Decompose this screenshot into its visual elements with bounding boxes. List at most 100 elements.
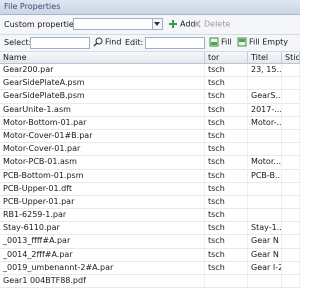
cell-keywords[interactable] <box>282 248 300 261</box>
cell-title[interactable] <box>248 209 282 222</box>
table-row[interactable]: GearUnite-1.asm tsch 2017-... <box>0 103 300 117</box>
cell-author[interactable]: tsch <box>205 248 248 261</box>
cell-author[interactable]: tsch <box>205 77 248 90</box>
cell-keywords[interactable] <box>282 90 300 103</box>
cell-author[interactable]: tsch <box>205 195 248 208</box>
cell-keywords[interactable] <box>282 209 300 222</box>
table-row[interactable]: PCB-Bottom-01.psm tsch PCB-B... <box>0 169 300 183</box>
cell-name[interactable]: Gear200.par <box>0 64 205 76</box>
cell-author[interactable]: tsch <box>205 129 248 142</box>
table-row[interactable]: Gear200.par tsch 23, 15... <box>0 64 300 78</box>
cell-title[interactable] <box>248 195 282 208</box>
column-header-author[interactable]: tor <box>205 52 248 63</box>
cell-name[interactable]: Gear1 004BTF88.pdf <box>0 275 205 287</box>
cell-title[interactable]: 23, 15... <box>248 64 282 76</box>
cell-keywords[interactable] <box>282 156 300 169</box>
cell-title[interactable]: Motor-... <box>248 116 282 129</box>
cell-name[interactable]: PCB-Upper-01.par <box>0 195 205 208</box>
cell-keywords[interactable] <box>282 77 300 90</box>
cell-title[interactable]: Gear N <box>248 248 282 261</box>
cell-title[interactable] <box>248 143 282 156</box>
table-row[interactable]: Motor-PCB-01.asm tsch Motor... <box>0 156 300 170</box>
table-row[interactable]: _0014_2fff#A.par tsch Gear N <box>0 248 300 262</box>
cell-keywords[interactable] <box>282 182 300 195</box>
select-input[interactable] <box>30 37 90 49</box>
cell-title[interactable] <box>248 182 282 195</box>
cell-keywords[interactable] <box>282 129 300 142</box>
custom-properties-dropdown[interactable] <box>153 18 163 30</box>
cell-name[interactable]: Motor-Cover-01.par <box>0 143 205 156</box>
table-row[interactable]: Stay-6110.par tsch Stay-1... <box>0 222 300 236</box>
cell-name[interactable]: GearSidePlateB.psm <box>0 90 205 103</box>
cell-name[interactable]: RB1-6259-1.par <box>0 209 205 222</box>
cell-title[interactable]: Gear I-2 <box>248 261 282 274</box>
cell-name[interactable]: Stay-6110.par <box>0 222 205 235</box>
cell-name[interactable]: _0019_umbenannt-2#A.par <box>0 261 205 274</box>
cell-name[interactable]: PCB-Upper-01.dft <box>0 182 205 195</box>
find-button[interactable]: Find <box>93 37 121 49</box>
table-row[interactable]: RB1-6259-1.par tsch <box>0 209 300 223</box>
cell-title[interactable]: Stay-1... <box>248 222 282 235</box>
edit-label: Edit: <box>125 38 144 47</box>
cell-keywords[interactable] <box>282 116 300 129</box>
cell-name[interactable]: _0013_ffff#A.par <box>0 235 205 248</box>
cell-title[interactable]: PCB-B... <box>248 169 282 182</box>
fill-button[interactable]: Fill <box>209 37 232 49</box>
cell-author[interactable]: tsch <box>205 64 248 76</box>
cell-author[interactable]: tsch <box>205 209 248 222</box>
table-row[interactable]: Motor-Cover-01#B.par tsch <box>0 129 300 144</box>
cell-author[interactable]: tsch <box>205 169 248 182</box>
cell-author[interactable]: tsch <box>205 103 248 116</box>
chevron-down-icon <box>154 22 160 26</box>
cell-name[interactable]: _0014_2fff#A.par <box>0 248 205 261</box>
cell-name[interactable]: PCB-Bottom-01.psm <box>0 169 205 182</box>
cell-author[interactable]: tsch <box>205 182 248 195</box>
column-header-keywords[interactable]: Stichw <box>282 52 300 63</box>
cell-keywords[interactable] <box>282 235 300 248</box>
cell-title[interactable]: Gear N <box>248 235 282 248</box>
cell-title[interactable]: 2017-... <box>248 103 282 116</box>
cell-name[interactable]: GearSidePlateA.psm <box>0 77 205 90</box>
fill-empty-button[interactable]: Fill Empty <box>237 37 288 49</box>
delete-button[interactable]: Delete <box>192 19 230 31</box>
cell-author[interactable]: tsch <box>205 261 248 274</box>
cell-title[interactable]: Motor... <box>248 156 282 169</box>
cell-keywords[interactable] <box>282 103 300 116</box>
cell-name[interactable]: Motor-PCB-01.asm <box>0 156 205 169</box>
cell-name[interactable]: Motor-Bottom-01.par <box>0 116 205 129</box>
table-row[interactable]: Motor-Bottom-01.par tsch Motor-... <box>0 116 300 130</box>
cell-title[interactable] <box>248 275 282 287</box>
cell-title[interactable] <box>248 77 282 90</box>
column-header-title[interactable]: Titel <box>248 52 282 63</box>
cell-keywords[interactable] <box>282 261 300 274</box>
table-row[interactable]: Motor-Cover-01.par tsch <box>0 143 300 157</box>
cell-name[interactable]: Motor-Cover-01#B.par <box>0 129 205 142</box>
table-row[interactable]: PCB-Upper-01.dft tsch <box>0 182 300 196</box>
cell-author[interactable]: tsch <box>205 222 248 235</box>
table-row[interactable]: Gear1 004BTF88.pdf <box>0 275 300 289</box>
cell-title[interactable]: GearS... <box>248 90 282 103</box>
cell-keywords[interactable] <box>282 222 300 235</box>
cell-author[interactable]: tsch <box>205 156 248 169</box>
cell-title[interactable] <box>248 129 282 142</box>
cell-author[interactable]: tsch <box>205 90 248 103</box>
cell-keywords[interactable] <box>282 143 300 156</box>
cell-author[interactable] <box>205 275 248 287</box>
cell-author[interactable]: tsch <box>205 235 248 248</box>
table-row[interactable]: _0019_umbenannt-2#A.par tsch Gear I-2 <box>0 261 300 275</box>
grid-header: Name tor Titel Stichw <box>0 52 300 64</box>
table-row[interactable]: PCB-Upper-01.par tsch <box>0 195 300 210</box>
table-row[interactable]: _0013_ffff#A.par tsch Gear N <box>0 235 300 249</box>
cell-keywords[interactable] <box>282 275 300 287</box>
cell-keywords[interactable] <box>282 195 300 208</box>
cell-author[interactable]: tsch <box>205 116 248 129</box>
cell-author[interactable]: tsch <box>205 143 248 156</box>
custom-properties-input[interactable] <box>73 18 153 30</box>
edit-input[interactable] <box>145 37 205 49</box>
cell-keywords[interactable] <box>282 64 300 76</box>
table-row[interactable]: GearSidePlateB.psm tsch GearS... <box>0 90 300 104</box>
cell-keywords[interactable] <box>282 169 300 182</box>
table-row[interactable]: GearSidePlateA.psm tsch <box>0 77 300 91</box>
cell-name[interactable]: GearUnite-1.asm <box>0 103 205 116</box>
column-header-name[interactable]: Name <box>0 52 205 63</box>
